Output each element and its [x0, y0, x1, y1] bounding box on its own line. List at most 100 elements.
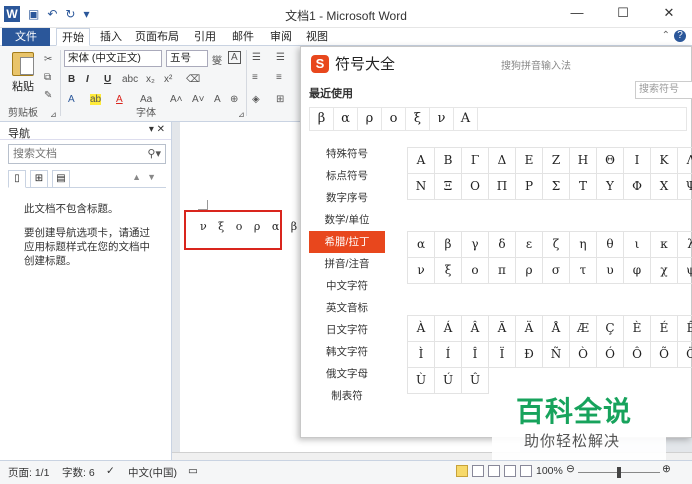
shrink-font-icon[interactable]: A˅ — [192, 94, 205, 105]
bold-button[interactable]: B — [68, 74, 75, 85]
symbol-cell[interactable]: Λ — [677, 147, 692, 174]
symbol-cell[interactable]: Γ — [461, 147, 489, 174]
symbol-category-item[interactable]: 韩文字符 — [309, 341, 385, 363]
symbol-cell[interactable]: ε — [515, 231, 543, 258]
symbol-cell[interactable]: Ô — [623, 341, 651, 368]
symbol-cell[interactable]: Å — [542, 315, 570, 342]
copy-icon[interactable]: ⧉ — [44, 72, 51, 83]
symbol-category-item[interactable]: 英文音标 — [309, 297, 385, 319]
symbol-cell[interactable]: φ — [623, 257, 651, 284]
symbol-cell[interactable]: Ì — [407, 341, 435, 368]
highlight-icon[interactable]: ab — [90, 94, 102, 105]
symbol-cell[interactable]: ο — [461, 257, 489, 284]
symbol-cell[interactable]: τ — [569, 257, 597, 284]
symbol-cell[interactable]: Ð — [515, 341, 543, 368]
symbol-cell[interactable]: Ο — [461, 173, 489, 200]
symbol-cell[interactable]: Æ — [569, 315, 597, 342]
align-left-icon[interactable]: ≡ — [252, 72, 258, 83]
symbol-category-item[interactable]: 日文字符 — [309, 319, 385, 341]
symbol-cell[interactable]: Ã — [488, 315, 516, 342]
zoom-out-icon[interactable]: ⊖ — [566, 463, 575, 475]
underline-button[interactable]: U — [104, 74, 111, 85]
recent-symbol[interactable]: Α — [453, 107, 478, 131]
symbol-cell[interactable]: Û — [461, 367, 489, 394]
symbol-category-item[interactable]: 标点符号 — [309, 165, 385, 187]
grow-font-icon[interactable]: A˄ — [170, 94, 183, 105]
symbol-category-item[interactable]: 俄文字母 — [309, 363, 385, 385]
symbol-cell[interactable]: Τ — [569, 173, 597, 200]
zoom-slider-thumb[interactable] — [617, 467, 621, 478]
symbol-category-item[interactable]: 中文字符 — [309, 275, 385, 297]
italic-button[interactable]: I — [86, 74, 89, 85]
page-count[interactable]: 页面: 1/1 — [8, 465, 49, 480]
pages-view-icon[interactable]: ⊞ — [30, 170, 48, 188]
char-shading-icon[interactable]: A — [214, 94, 221, 105]
symbol-cell[interactable]: Õ — [650, 341, 678, 368]
tab-references[interactable]: 引用 — [190, 28, 220, 46]
symbol-cell[interactable]: Π — [488, 173, 516, 200]
symbol-cell[interactable]: η — [569, 231, 597, 258]
close-button[interactable]: ✕ — [646, 0, 692, 28]
superscript-icon[interactable]: x² — [164, 74, 172, 85]
clear-format-icon[interactable]: ⌫ — [186, 74, 200, 85]
numbering-icon[interactable]: ☰ — [276, 52, 285, 63]
symbol-cell[interactable]: Α — [407, 147, 435, 174]
symbol-cell[interactable]: Ι — [623, 147, 651, 174]
symbol-cell[interactable]: É — [650, 315, 678, 342]
symbol-cell[interactable]: Δ — [488, 147, 516, 174]
tab-file[interactable]: 文件 — [2, 28, 50, 46]
symbol-cell[interactable]: α — [407, 231, 435, 258]
symbol-cell[interactable]: Υ — [596, 173, 624, 200]
symbol-cell[interactable]: ν — [407, 257, 435, 284]
phonetic-guide-icon[interactable]: 燮 — [212, 52, 222, 67]
symbol-category-item[interactable]: 制表符 — [309, 385, 385, 407]
font-size-combo[interactable]: 五号 — [166, 50, 208, 67]
symbol-cell[interactable]: Ï — [488, 341, 516, 368]
symbol-cell[interactable]: Β — [434, 147, 462, 174]
paste-button[interactable]: 粘贴 — [8, 52, 38, 102]
symbol-cell[interactable]: È — [623, 315, 651, 342]
symbol-cell[interactable]: Ψ — [677, 173, 692, 200]
symbol-cell[interactable]: ψ — [677, 257, 692, 284]
symbol-cell[interactable]: ζ — [542, 231, 570, 258]
headings-view-icon[interactable]: ▯ — [8, 170, 26, 188]
symbol-category-item[interactable]: 数字序号 — [309, 187, 385, 209]
symbol-cell[interactable]: π — [488, 257, 516, 284]
language-indicator[interactable]: 中文(中国) — [128, 465, 177, 480]
fullscreen-reading-view-icon[interactable] — [472, 465, 484, 477]
symbol-category-item[interactable]: 特殊符号 — [309, 143, 385, 165]
results-view-icon[interactable]: ▤ — [52, 170, 70, 188]
format-painter-icon[interactable]: ✎ — [44, 90, 52, 101]
recent-symbol[interactable]: α — [333, 107, 358, 131]
symbol-cell[interactable]: Ç — [596, 315, 624, 342]
help-icon[interactable]: ? — [674, 30, 686, 42]
proofing-icon[interactable]: ✓ — [106, 465, 115, 477]
recent-symbol[interactable]: ξ — [405, 107, 430, 131]
symbol-cell[interactable]: Κ — [650, 147, 678, 174]
align-center-icon[interactable]: ≡ — [276, 72, 282, 83]
macro-icon[interactable]: ▭ — [188, 465, 198, 477]
strikethrough-icon[interactable]: abc — [122, 74, 138, 85]
symbol-cell[interactable]: Ξ — [434, 173, 462, 200]
symbol-cell[interactable]: γ — [461, 231, 489, 258]
enclose-char-icon[interactable]: ⊕ — [230, 94, 238, 105]
symbol-cell[interactable]: Â — [461, 315, 489, 342]
web-layout-view-icon[interactable] — [488, 465, 500, 477]
clipboard-launcher-icon[interactable]: ⊿ — [50, 110, 57, 119]
draft-view-icon[interactable] — [520, 465, 532, 477]
symbol-search-input[interactable]: 搜索符号 — [635, 81, 692, 99]
symbol-cell[interactable]: À — [407, 315, 435, 342]
symbol-cell[interactable]: Η — [569, 147, 597, 174]
recent-symbol[interactable]: ν — [429, 107, 454, 131]
symbol-cell[interactable]: Î — [461, 341, 489, 368]
symbol-cell[interactable]: Í — [434, 341, 462, 368]
word-count[interactable]: 字数: 6 — [62, 465, 95, 480]
symbol-cell[interactable]: Ù — [407, 367, 435, 394]
symbol-cell[interactable]: Ζ — [542, 147, 570, 174]
text-effect-icon[interactable]: A — [68, 94, 75, 105]
symbol-cell[interactable]: Θ — [596, 147, 624, 174]
symbol-cell[interactable]: Ú — [434, 367, 462, 394]
symbol-cell[interactable]: ξ — [434, 257, 462, 284]
outline-view-icon[interactable] — [504, 465, 516, 477]
nav-prev-next-icon[interactable]: ▲▼ — [132, 172, 162, 182]
